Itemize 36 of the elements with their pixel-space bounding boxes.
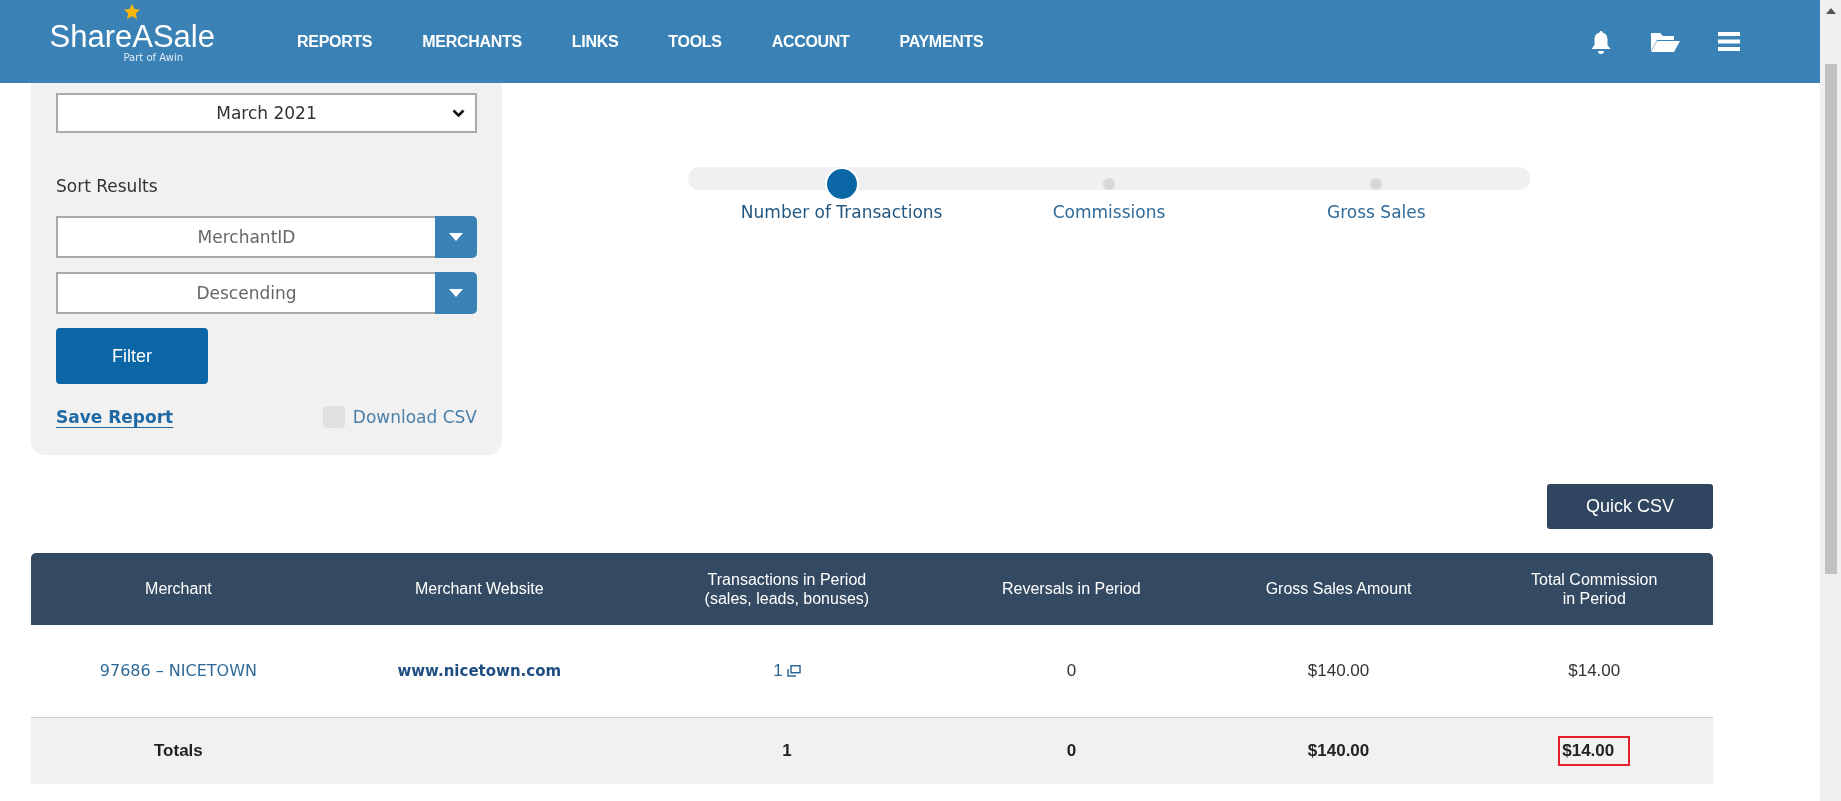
filter-button[interactable]: Filter xyxy=(56,328,208,384)
column-header: Total Commission in Period xyxy=(1531,570,1658,607)
step-label[interactable]: Commissions xyxy=(1052,202,1166,222)
column-header: Gross Sales Amount xyxy=(1265,580,1412,598)
nav-item[interactable]: PAYMENTS xyxy=(899,32,984,51)
table-cell: $140.00 xyxy=(1307,741,1370,760)
nav-item[interactable]: ACCOUNT xyxy=(771,32,850,51)
column-header: Merchant xyxy=(145,580,212,598)
save-report-link[interactable]: Save Report xyxy=(56,407,174,427)
month-select[interactable]: March 2021 xyxy=(56,93,477,133)
download-csv-label[interactable]: Download CSV xyxy=(352,407,477,427)
sort-label: Sort Results xyxy=(56,176,159,196)
step-label[interactable]: Gross Sales xyxy=(1327,202,1426,222)
logo-subtitle: Part of Awin xyxy=(123,51,183,63)
nav-item[interactable]: MERCHANTS xyxy=(422,32,522,51)
transactions-link[interactable]: 1 xyxy=(773,661,783,681)
column-header: Transactions in Period (sales, leads, bonuses) xyxy=(704,570,870,607)
sort-field-select[interactable]: MerchantID xyxy=(56,216,477,258)
nav-item[interactable]: REPORTS xyxy=(297,32,373,51)
table-cell: $14.00 xyxy=(1568,661,1621,680)
table-cell: $140.00 xyxy=(1307,661,1370,680)
merchant-link[interactable]: 97686 – NICETOWN xyxy=(99,661,257,680)
website-link[interactable]: www.nicetown.com xyxy=(397,662,562,680)
table-cell: 0 xyxy=(1066,661,1077,680)
quick-csv-button[interactable]: Quick CSV xyxy=(1547,484,1713,529)
nav-item[interactable]: TOOLS xyxy=(668,32,722,51)
sort-order-select[interactable]: Descending xyxy=(56,272,477,314)
column-header: Merchant Website xyxy=(414,580,544,598)
table-cell: 0 xyxy=(1066,741,1077,760)
table-cell: 1 xyxy=(782,741,792,760)
logo[interactable]: ShareASale xyxy=(49,20,215,52)
column-header: Reversals in Period xyxy=(1002,580,1141,598)
table-cell: $14.00 xyxy=(1558,736,1631,766)
step-label[interactable]: Number of Transactions xyxy=(740,202,943,222)
nav-item[interactable]: LINKS xyxy=(571,32,619,51)
table-cell: Totals xyxy=(154,741,203,760)
